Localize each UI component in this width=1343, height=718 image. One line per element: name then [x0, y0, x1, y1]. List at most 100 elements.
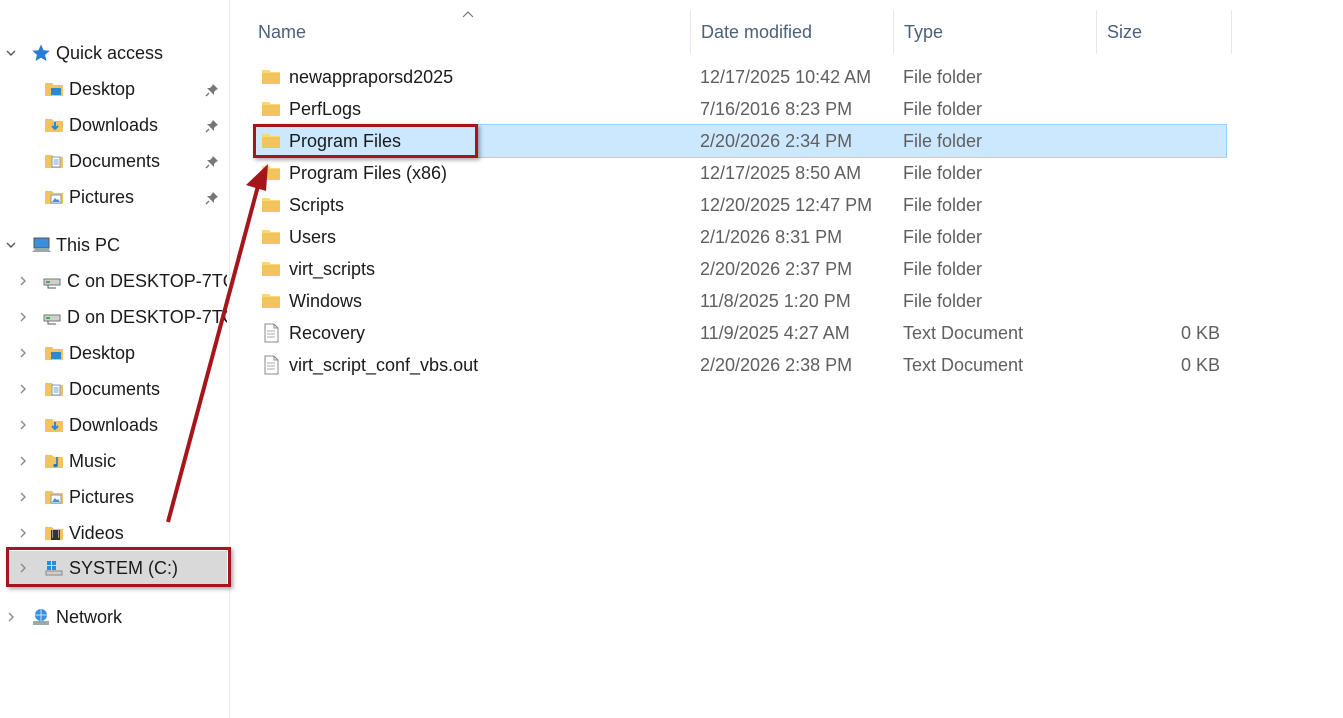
chevron-right-icon[interactable] — [16, 490, 30, 504]
file-date: 12/17/2025 10:42 AM — [700, 66, 872, 87]
chevron-right-icon[interactable] — [16, 310, 30, 324]
highlight-box-system-drive — [6, 547, 231, 587]
nav-label: This PC — [56, 234, 121, 255]
file-name: Recovery — [289, 322, 366, 343]
chevron-right-icon[interactable] — [16, 346, 30, 360]
file-row[interactable]: Users 2/1/2026 8:31 PM File folder — [254, 221, 1226, 253]
nav-quick-documents[interactable]: Documents — [0, 144, 229, 178]
file-type: File folder — [903, 194, 983, 215]
nav-pc-documents[interactable]: Documents — [0, 372, 229, 406]
file-type: File folder — [903, 226, 983, 247]
nav-label: Downloads — [69, 414, 159, 435]
file-row[interactable]: virt_script_conf_vbs.out 2/20/2026 2:38 … — [254, 349, 1226, 381]
desktop-folder-icon — [43, 342, 65, 364]
network-drive-icon — [41, 306, 63, 328]
file-row[interactable]: Scripts 12/20/2025 12:47 PM File folder — [254, 189, 1226, 221]
column-header-type[interactable]: Type — [894, 10, 1097, 54]
pin-icon[interactable] — [205, 189, 221, 205]
file-type: File folder — [903, 130, 983, 151]
folder-icon — [260, 162, 282, 184]
nav-pc-downloads[interactable]: Downloads — [0, 408, 229, 442]
folder-icon — [260, 66, 282, 88]
folder-icon — [260, 226, 282, 248]
column-header-name[interactable]: Name — [248, 10, 691, 54]
folder-icon — [260, 290, 282, 312]
nav-quick-access[interactable]: Quick access — [0, 36, 229, 70]
file-row[interactable]: virt_scripts 2/20/2026 2:37 PM File fold… — [254, 253, 1226, 285]
chevron-down-icon[interactable] — [4, 238, 18, 252]
desktop-folder-icon — [43, 78, 65, 100]
nav-d-network-drive[interactable]: D on DESKTOP-7TQ — [0, 300, 229, 334]
pin-icon[interactable] — [205, 153, 221, 169]
nav-label: Desktop — [69, 78, 136, 99]
nav-pc-desktop[interactable]: Desktop — [0, 336, 229, 370]
file-type: File folder — [903, 98, 983, 119]
nav-label: Documents — [69, 150, 161, 171]
nav-label: D on DESKTOP-7TQ — [67, 306, 227, 327]
chevron-right-icon[interactable] — [16, 454, 30, 468]
nav-label: Music — [69, 450, 117, 471]
nav-pc-videos[interactable]: Videos — [0, 516, 229, 550]
file-row[interactable]: newappraporsd2025 12/17/2025 10:42 AM Fi… — [254, 61, 1226, 93]
folder-icon — [260, 258, 282, 280]
chevron-right-icon[interactable] — [4, 610, 18, 624]
file-size: 0 KB — [1180, 322, 1220, 343]
nav-c-network-drive[interactable]: C on DESKTOP-7TQ — [0, 264, 229, 298]
chevron-down-icon[interactable] — [4, 46, 18, 60]
file-row[interactable]: Recovery 11/9/2025 4:27 AM Text Document… — [254, 317, 1226, 349]
file-size: 0 KB — [1180, 354, 1220, 375]
nav-label: C on DESKTOP-7TQ — [67, 270, 227, 291]
nav-quick-desktop[interactable]: Desktop — [0, 72, 229, 106]
file-type: Text Document — [903, 354, 1024, 375]
nav-this-pc[interactable]: This PC — [0, 228, 229, 262]
nav-label: Desktop — [69, 342, 136, 363]
chevron-right-icon[interactable] — [16, 382, 30, 396]
nav-label: Downloads — [69, 114, 159, 135]
nav-label: Pictures — [69, 186, 135, 207]
videos-folder-icon — [43, 522, 65, 544]
file-date: 2/20/2026 2:34 PM — [700, 130, 853, 151]
file-type: Text Document — [903, 322, 1024, 343]
navigation-pane: Quick access Desktop Downloads Documents — [0, 0, 230, 718]
nav-quick-downloads[interactable]: Downloads — [0, 108, 229, 142]
file-name: PerfLogs — [289, 98, 362, 119]
file-row[interactable]: Program Files (x86) 12/17/2025 8:50 AM F… — [254, 157, 1226, 189]
downloads-folder-icon — [43, 414, 65, 436]
column-header-date[interactable]: Date modified — [691, 10, 894, 54]
nav-pc-pictures[interactable]: Pictures — [0, 480, 229, 514]
file-row[interactable]: Windows 11/8/2025 1:20 PM File folder — [254, 285, 1226, 317]
file-date: 11/9/2025 4:27 AM — [700, 322, 850, 343]
file-date: 11/8/2025 1:20 PM — [700, 290, 851, 311]
computer-icon — [30, 234, 52, 256]
nav-label: Videos — [69, 522, 124, 543]
nav-label: Network — [56, 606, 123, 627]
file-date: 12/20/2025 12:47 PM — [700, 194, 873, 215]
nav-quick-pictures[interactable]: Pictures — [0, 180, 229, 214]
chevron-right-icon[interactable] — [16, 418, 30, 432]
nav-label: Documents — [69, 378, 161, 399]
column-header-size[interactable]: Size — [1097, 10, 1232, 54]
pin-icon[interactable] — [205, 117, 221, 133]
file-date: 7/16/2016 8:23 PM — [700, 98, 853, 119]
file-name: Users — [289, 226, 337, 247]
file-name: Scripts — [289, 194, 345, 215]
nav-label: Pictures — [69, 486, 135, 507]
file-name: newappraporsd2025 — [289, 66, 454, 87]
file-date: 12/17/2025 8:50 AM — [700, 162, 862, 183]
file-name: virt_scripts — [289, 258, 376, 279]
chevron-right-icon[interactable] — [16, 274, 30, 288]
star-icon — [30, 42, 52, 64]
text-document-icon — [260, 322, 282, 344]
documents-folder-icon — [43, 150, 65, 172]
music-folder-icon — [43, 450, 65, 472]
pin-icon[interactable] — [205, 81, 221, 97]
downloads-folder-icon — [43, 114, 65, 136]
file-type: File folder — [903, 66, 983, 87]
pictures-folder-icon — [43, 186, 65, 208]
chevron-right-icon[interactable] — [16, 526, 30, 540]
nav-network[interactable]: Network — [0, 600, 229, 634]
folder-icon — [260, 98, 282, 120]
file-type: File folder — [903, 258, 983, 279]
nav-pc-music[interactable]: Music — [0, 444, 229, 478]
file-row[interactable]: PerfLogs 7/16/2016 8:23 PM File folder — [254, 93, 1226, 125]
